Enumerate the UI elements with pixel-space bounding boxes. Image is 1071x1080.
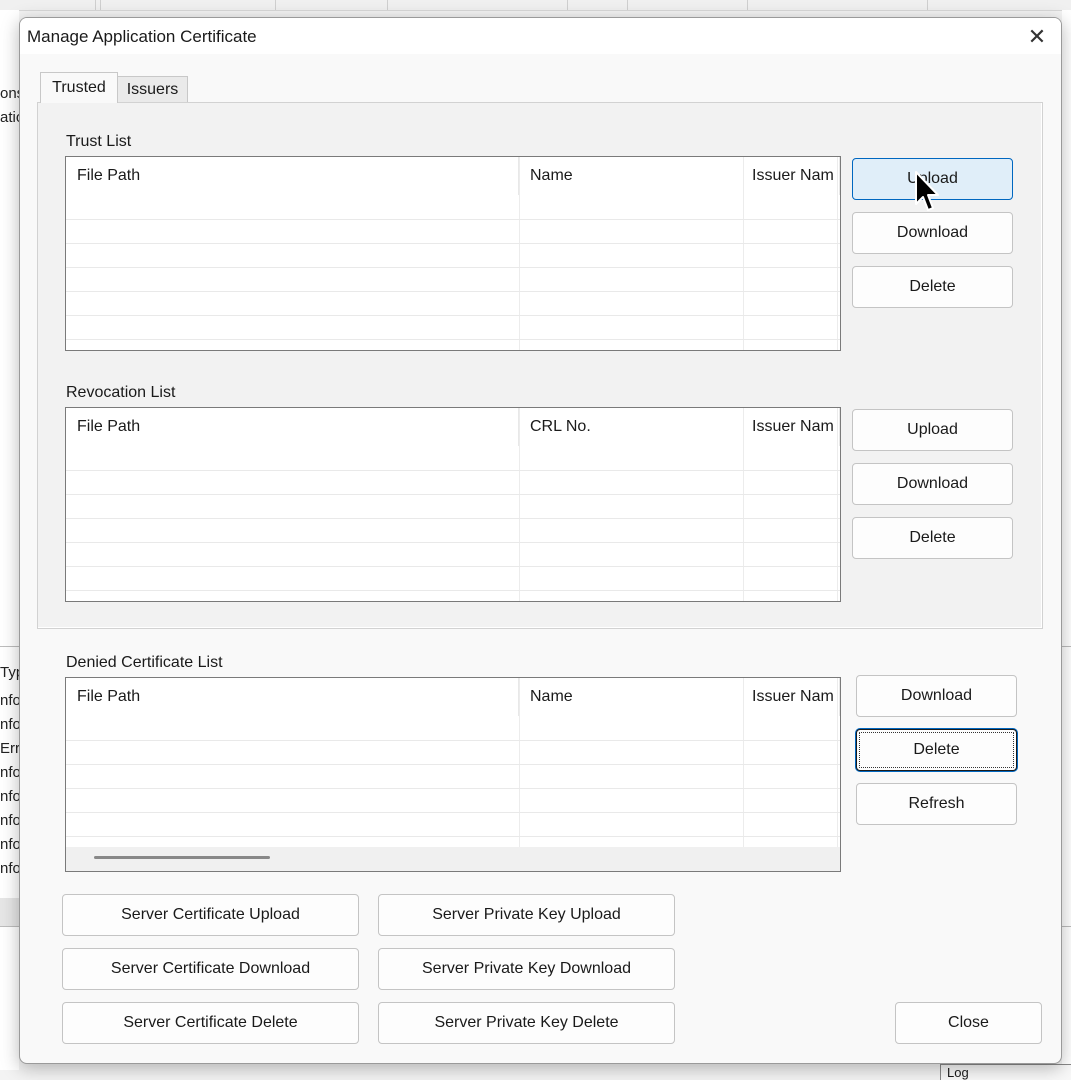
- column-header-crl-no[interactable]: CRL No.: [519, 408, 744, 446]
- denied-list-label: Denied Certificate List: [66, 654, 223, 671]
- background-log-text: Typ: [0, 664, 19, 681]
- row-divider: [66, 494, 840, 495]
- row-divider: [66, 788, 840, 789]
- dialog-titlebar[interactable]: Manage Application Certificate ✕: [20, 18, 1061, 54]
- background-text: ons: [0, 85, 19, 102]
- column-header-name[interactable]: Name: [519, 678, 744, 716]
- background-log-text: Erro: [0, 740, 19, 757]
- revocation-upload-button[interactable]: Upload: [852, 409, 1013, 451]
- background-toolbar: [0, 0, 1071, 11]
- background-log-text: nfo: [0, 812, 19, 829]
- column-divider: [743, 678, 744, 847]
- column-header-name[interactable]: Name: [519, 157, 744, 195]
- column-divider: [743, 157, 744, 350]
- denied-list-horizontal-scrollbar[interactable]: [66, 847, 840, 871]
- background-log-text: nfo: [0, 836, 19, 853]
- background-log-text: nfo: [0, 860, 19, 877]
- trust-list-header: File Path Name Issuer Nam: [66, 157, 840, 195]
- close-button[interactable]: Close: [895, 1002, 1042, 1044]
- column-divider: [837, 408, 838, 601]
- column-divider: [519, 678, 520, 847]
- background-toolbar-separator: [927, 0, 928, 10]
- column-header-issuer-name[interactable]: Issuer Nam: [744, 157, 840, 195]
- background-toolbar-separator: [387, 0, 388, 10]
- background-statusbar: [0, 898, 19, 926]
- mouse-pointer-icon: [915, 171, 939, 211]
- background-log-text: nfo: [0, 788, 19, 805]
- denied-refresh-button[interactable]: Refresh: [856, 783, 1017, 825]
- server-private-key-delete-button[interactable]: Server Private Key Delete: [378, 1002, 675, 1044]
- revocation-delete-button[interactable]: Delete: [852, 517, 1013, 559]
- background-toolbar-separator: [747, 0, 748, 10]
- background-log-text: nfo: [0, 716, 19, 733]
- row-divider: [66, 740, 840, 741]
- revocation-list-label: Revocation List: [66, 384, 176, 401]
- row-divider: [66, 812, 840, 813]
- close-icon[interactable]: ✕: [1022, 23, 1052, 51]
- background-toolbar-separator: [100, 0, 101, 10]
- denied-download-button[interactable]: Download: [856, 675, 1017, 717]
- row-divider: [66, 315, 840, 316]
- server-private-key-upload-button[interactable]: Server Private Key Upload: [378, 894, 675, 936]
- column-header-issuer-name[interactable]: Issuer Nam: [744, 678, 840, 716]
- denied-delete-button[interactable]: Delete: [856, 729, 1017, 771]
- denied-list-header: File Path Name Issuer Nam: [66, 678, 840, 716]
- trust-list-view[interactable]: File Path Name Issuer Nam: [65, 156, 841, 351]
- background-log-tab[interactable]: Log: [940, 1064, 1071, 1080]
- column-header-file-path[interactable]: File Path: [66, 408, 519, 446]
- revocation-list-header: File Path CRL No. Issuer Nam: [66, 408, 840, 446]
- column-divider: [837, 678, 838, 847]
- background-toolbar-separator: [95, 0, 96, 10]
- denied-list-view[interactable]: File Path Name Issuer Nam: [65, 677, 841, 872]
- dialog-title: Manage Application Certificate: [27, 27, 257, 46]
- tab-trusted[interactable]: Trusted: [40, 72, 118, 103]
- scrollbar-thumb[interactable]: [94, 856, 270, 859]
- revocation-download-button[interactable]: Download: [852, 463, 1013, 505]
- background-toolbar-separator: [275, 0, 276, 10]
- tab-issuers[interactable]: Issuers: [117, 76, 188, 103]
- background-text: atio: [0, 109, 19, 126]
- background-log-text: nfo: [0, 764, 19, 781]
- column-divider: [519, 408, 520, 601]
- row-divider: [66, 267, 840, 268]
- column-header-issuer-name[interactable]: Issuer Nam: [744, 408, 840, 446]
- column-divider: [837, 157, 838, 350]
- row-divider: [66, 470, 840, 471]
- column-divider: [519, 157, 520, 350]
- server-certificate-download-button[interactable]: Server Certificate Download: [62, 948, 359, 990]
- row-divider: [66, 566, 840, 567]
- manage-certificate-dialog: Manage Application Certificate ✕ Trusted…: [19, 17, 1062, 1064]
- row-divider: [66, 542, 840, 543]
- row-divider: [66, 590, 840, 591]
- server-private-key-download-button[interactable]: Server Private Key Download: [378, 948, 675, 990]
- row-divider: [66, 836, 840, 837]
- trust-delete-button[interactable]: Delete: [852, 266, 1013, 308]
- background-log-tab-label: Log: [947, 1065, 969, 1080]
- row-divider: [66, 339, 840, 340]
- server-certificate-delete-button[interactable]: Server Certificate Delete: [62, 1002, 359, 1044]
- background-toolbar-separator: [567, 0, 568, 10]
- row-divider: [66, 518, 840, 519]
- background-log-text: nfo: [0, 692, 19, 709]
- background-toolbar-separator: [627, 0, 628, 10]
- background-right-panel: [1062, 10, 1071, 1070]
- row-divider: [66, 243, 840, 244]
- server-certificate-upload-button[interactable]: Server Certificate Upload: [62, 894, 359, 936]
- column-header-file-path[interactable]: File Path: [66, 678, 519, 716]
- revocation-list-view[interactable]: File Path CRL No. Issuer Nam: [65, 407, 841, 602]
- trust-download-button[interactable]: Download: [852, 212, 1013, 254]
- column-divider: [743, 408, 744, 601]
- row-divider: [66, 764, 840, 765]
- row-divider: [66, 219, 840, 220]
- row-divider: [66, 291, 840, 292]
- column-header-file-path[interactable]: File Path: [66, 157, 519, 195]
- trust-list-label: Trust List: [66, 133, 132, 150]
